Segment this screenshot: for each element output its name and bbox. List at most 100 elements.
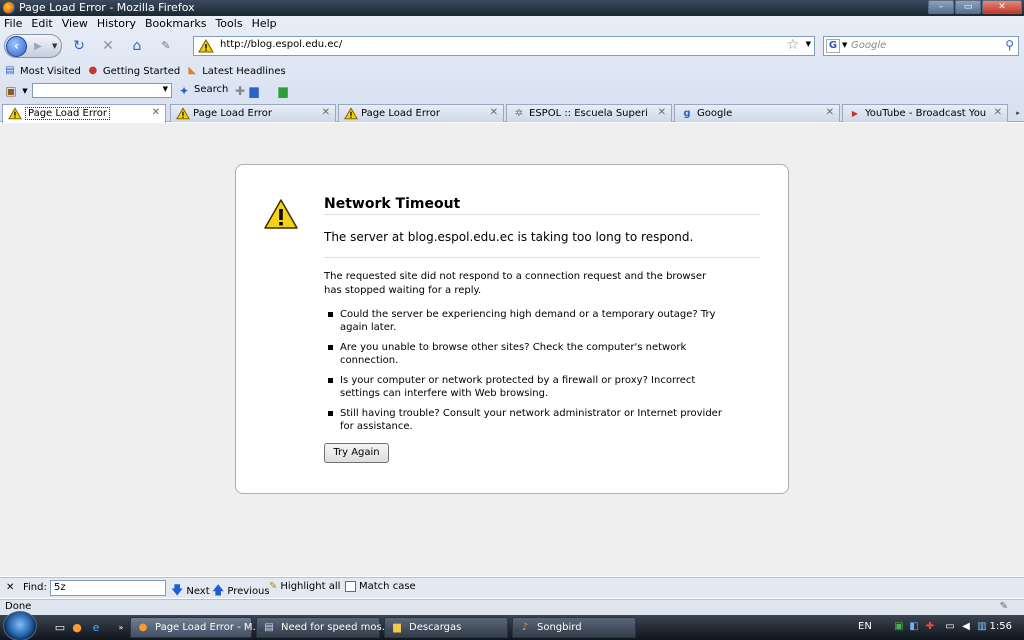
tab-espol[interactable]: ✲ ESPOL :: Escuela Superior P... ✕: [506, 104, 672, 122]
bookmark-most-visited[interactable]: ▤ Most Visited: [4, 65, 81, 77]
error-container: Network Timeout The server at blog.espol…: [235, 164, 789, 494]
tray-wifi-icon[interactable]: ▥: [976, 621, 988, 633]
menu-file[interactable]: File: [4, 16, 22, 32]
bookmark-star-icon[interactable]: ☆: [786, 37, 799, 53]
search-input[interactable]: Google: [851, 40, 886, 51]
search-icon[interactable]: ⚲: [1005, 38, 1014, 52]
chevron-down-icon[interactable]: ▼: [163, 85, 168, 93]
checkbox[interactable]: [345, 581, 356, 592]
match-case-label: Match case: [359, 581, 416, 592]
tray-network-icon[interactable]: ◧: [908, 621, 920, 633]
firefox-icon: ●: [138, 622, 148, 633]
highlight-all-button[interactable]: ✎ Highlight all: [269, 581, 340, 592]
rss-icon: ◣: [188, 65, 197, 76]
songbird-icon: ♪: [521, 622, 529, 633]
url-dropdown-icon[interactable]: ▼: [806, 40, 811, 48]
minimize-button[interactable]: –: [928, 0, 954, 14]
google-icon[interactable]: G: [826, 39, 840, 53]
tab-close-icon[interactable]: ✕: [490, 107, 498, 118]
tab-page-load-error-2[interactable]: Page Load Error ✕: [170, 104, 336, 122]
bookmark-label: Latest Headlines: [202, 65, 286, 77]
task-label: Need for speed mos...: [281, 622, 392, 633]
menu-view[interactable]: View: [62, 16, 88, 32]
firefox-quicklaunch-icon[interactable]: ●: [70, 621, 84, 635]
stop-icon[interactable]: ✕: [99, 37, 117, 55]
divider: [324, 214, 760, 215]
maximize-button[interactable]: ▭: [955, 0, 981, 14]
toolbar-dropdown-icon[interactable]: ▼: [17, 83, 33, 99]
bookmark-getting-started[interactable]: ● Getting Started: [87, 65, 181, 77]
show-desktop-icon[interactable]: ▭: [53, 621, 67, 635]
highlighter-icon: ✎: [269, 581, 278, 592]
toolbar-search-icon[interactable]: ✦: [176, 83, 192, 99]
tray-antivirus-icon[interactable]: ✚: [924, 621, 936, 633]
system-tray: EN ▣ ◧ ✚ ▭ ◀ ▥ 1:56: [852, 615, 1024, 640]
search-engine-dropdown-icon[interactable]: ▼: [842, 41, 847, 49]
find-label: Find:: [23, 582, 47, 593]
url-text[interactable]: http://blog.espol.edu.ec/: [220, 39, 342, 50]
find-next-label: Next: [186, 586, 210, 597]
match-case-checkbox[interactable]: Match case: [345, 581, 416, 592]
close-find-icon[interactable]: ✕: [6, 582, 14, 593]
bookmark-latest-headlines[interactable]: ◣ Latest Headlines: [186, 65, 286, 77]
status-addon-icon[interactable]: ✎: [1000, 601, 1008, 612]
warning-icon: [8, 107, 22, 120]
title-bar: Page Load Error - Mozilla Firefox – ▭ ✕: [0, 0, 1024, 16]
google-toolbar: ▣ ▼ ▼ ✦ Search ✚ ▆ ▆: [0, 82, 300, 100]
task-firefox[interactable]: ● Page Load Error - M...: [130, 617, 262, 638]
suggestion-list: Could the server be experiencing high de…: [324, 308, 734, 440]
bookmark-label: Most Visited: [20, 65, 81, 77]
tab-google[interactable]: g Google ✕: [674, 104, 840, 122]
forward-button[interactable]: ▶: [30, 39, 46, 55]
tab-page-load-error-1[interactable]: Page Load Error ✕: [2, 104, 166, 123]
highlight-all-label: Highlight all: [280, 581, 341, 592]
task-downloads-folder[interactable]: ▆ Descargas: [384, 617, 508, 638]
menu-bookmarks[interactable]: Bookmarks: [145, 16, 206, 32]
back-button[interactable]: ‹: [6, 36, 27, 57]
menu-tools[interactable]: Tools: [215, 16, 242, 32]
error-subtitle: The server at blog.espol.edu.ec is takin…: [324, 230, 694, 244]
navigation-toolbar: ‹ ▶ ▼ ↻ ✕ ⌂ ✎ http://blog.espol.edu.ec/ …: [0, 33, 1024, 59]
menu-edit[interactable]: Edit: [31, 16, 52, 32]
tab-close-icon[interactable]: ✕: [826, 107, 834, 118]
find-input[interactable]: 5z: [50, 580, 166, 596]
toolbar-green-icon[interactable]: ▆: [275, 83, 291, 99]
language-indicator[interactable]: EN: [858, 621, 872, 632]
tab-label: Page Load Error: [361, 108, 440, 119]
bookmarks-toolbar: ▤ Most Visited ● Getting Started ◣ Lates…: [0, 63, 286, 79]
reload-icon[interactable]: ↻: [70, 37, 88, 55]
task-label: Page Load Error - M...: [155, 622, 263, 633]
start-button[interactable]: [3, 611, 37, 640]
getting-started-icon: ●: [88, 65, 98, 76]
ie-quicklaunch-icon[interactable]: e: [89, 621, 103, 635]
task-songbird[interactable]: ♪ Songbird: [512, 617, 636, 638]
back-forward-group: ‹ ▶ ▼: [4, 34, 62, 58]
firefox-icon: [3, 2, 15, 14]
tab-close-icon[interactable]: ✕: [994, 107, 1002, 118]
task-notepad[interactable]: ▤ Need for speed mos...: [256, 617, 391, 638]
tab-close-icon[interactable]: ✕: [658, 107, 666, 118]
toolbar-monitor-icon[interactable]: ▆: [246, 83, 262, 99]
tab-close-icon[interactable]: ✕: [322, 107, 330, 118]
list-item: Is your computer or network protected by…: [324, 374, 734, 400]
address-bar[interactable]: http://blog.espol.edu.ec/ ☆ ▼: [193, 36, 815, 56]
tray-monitor-icon[interactable]: ▭: [944, 621, 956, 633]
menu-history[interactable]: History: [97, 16, 136, 32]
clock[interactable]: 1:56: [990, 621, 1012, 632]
toolbar-search-combo[interactable]: ▼: [32, 83, 172, 98]
quicklaunch-more-icon[interactable]: »: [114, 621, 128, 635]
menu-help[interactable]: Help: [252, 16, 277, 32]
tab-list-dropdown-icon[interactable]: ▸: [1012, 104, 1024, 122]
toolbar-search-button[interactable]: Search: [194, 84, 228, 95]
tab-youtube[interactable]: ▶ YouTube - Broadcast Yours... ✕: [842, 104, 1008, 122]
history-dropdown-icon[interactable]: ▼: [52, 42, 57, 50]
try-again-button[interactable]: Try Again: [324, 443, 389, 463]
tab-close-icon[interactable]: ✕: [152, 107, 160, 118]
addon-icon[interactable]: ✎: [157, 37, 175, 55]
tab-page-load-error-3[interactable]: Page Load Error ✕: [338, 104, 504, 122]
home-icon[interactable]: ⌂: [128, 37, 146, 55]
search-bar[interactable]: G ▼ Google ⚲: [823, 36, 1019, 56]
tray-app-icon[interactable]: ▣: [893, 621, 905, 633]
close-button[interactable]: ✕: [982, 0, 1022, 14]
tray-volume-icon[interactable]: ◀: [960, 621, 972, 633]
